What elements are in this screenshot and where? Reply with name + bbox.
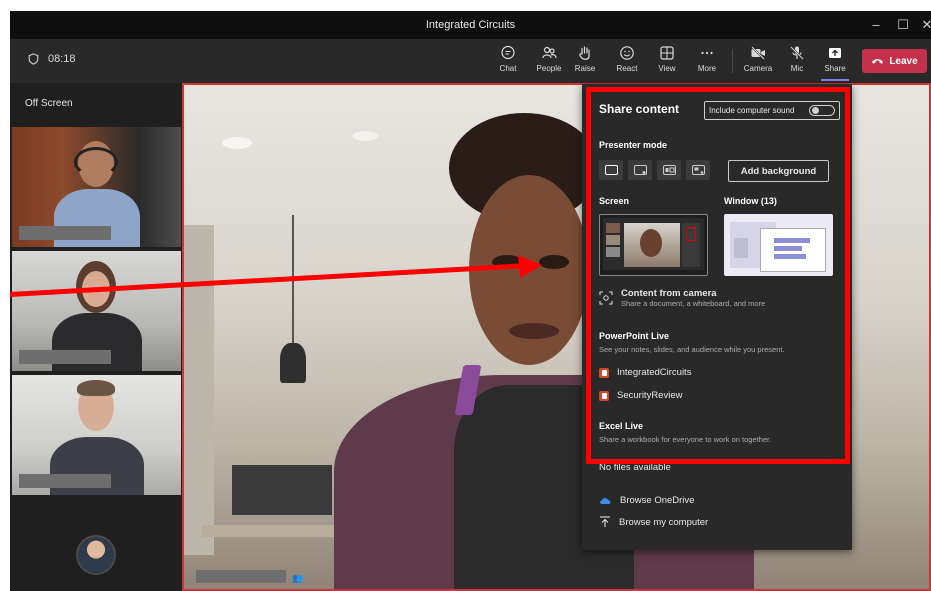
off-screen-label: Off Screen — [25, 98, 73, 109]
meeting-timer: 08:18 — [28, 53, 76, 65]
share-tray-icon — [829, 48, 841, 58]
meeting-toolbar: 08:18 Chat People Raise React View More — [10, 39, 931, 83]
camera-label: Camera — [743, 64, 773, 73]
view-grid-icon — [660, 46, 674, 60]
participant-tile-3[interactable] — [12, 375, 181, 495]
participant-nameplate — [19, 226, 111, 240]
more-button[interactable]: More — [690, 45, 724, 73]
participant-nameplate — [19, 350, 111, 364]
annotation-highlight-box — [586, 87, 850, 464]
raise-hand-icon — [579, 46, 590, 60]
react-label: React — [616, 64, 638, 73]
chat-button[interactable]: Chat — [491, 45, 525, 73]
teams-meeting-window: Integrated Circuits – ☐ ✕ 08:18 Chat Peo… — [10, 11, 931, 591]
raise-label: Raise — [574, 64, 596, 73]
chat-label: Chat — [499, 64, 517, 73]
mic-label: Mic — [790, 64, 804, 73]
browse-computer-label: Browse my computer — [619, 516, 709, 528]
timer-text: 08:18 — [48, 53, 76, 65]
view-button[interactable]: View — [650, 45, 684, 73]
mic-off-icon — [790, 46, 804, 60]
shield-icon — [28, 53, 39, 65]
leave-label: Leave — [889, 55, 918, 67]
participant-tile-1[interactable] — [12, 127, 181, 247]
react-button[interactable]: React — [610, 45, 644, 73]
presenter-nameplate — [196, 570, 286, 583]
people-icon: 👥 — [292, 573, 304, 583]
people-icon — [542, 46, 557, 59]
view-label: View — [658, 64, 676, 73]
leave-button[interactable]: Leave — [862, 49, 927, 73]
browse-computer-link[interactable]: Browse my computer — [599, 516, 708, 528]
upload-icon — [600, 516, 610, 527]
minimize-button[interactable]: – — [865, 14, 887, 36]
toolbar-divider — [732, 49, 733, 73]
avatar[interactable] — [76, 535, 116, 575]
participant-nameplate — [19, 474, 111, 488]
more-label: More — [697, 64, 717, 73]
share-label: Share — [824, 64, 846, 73]
people-button[interactable]: People — [532, 45, 566, 73]
react-smiley-icon — [620, 46, 634, 60]
maximize-button[interactable]: ☐ — [892, 14, 914, 36]
share-button[interactable]: Share — [818, 45, 852, 73]
mic-button[interactable]: Mic — [780, 45, 814, 73]
camera-button[interactable]: Camera — [741, 45, 775, 73]
share-active-indicator — [821, 79, 849, 81]
browse-onedrive-link[interactable]: Browse OneDrive — [599, 495, 694, 506]
camera-off-icon — [751, 46, 765, 60]
participant-tile-2[interactable] — [12, 251, 181, 371]
title-bar: Integrated Circuits – ☐ ✕ — [10, 11, 931, 39]
phone-hangup-icon — [872, 59, 884, 64]
more-icon — [701, 51, 713, 55]
close-button[interactable]: ✕ — [916, 14, 931, 36]
participant-sidebar: Off Screen — [10, 83, 182, 591]
window-title: Integrated Circuits — [425, 19, 516, 31]
onedrive-cloud-icon — [600, 497, 611, 504]
people-label: People — [536, 64, 562, 73]
chat-icon — [501, 45, 515, 60]
browse-onedrive-label: Browse OneDrive — [620, 495, 695, 506]
raise-hand-button[interactable]: Raise — [568, 45, 602, 73]
